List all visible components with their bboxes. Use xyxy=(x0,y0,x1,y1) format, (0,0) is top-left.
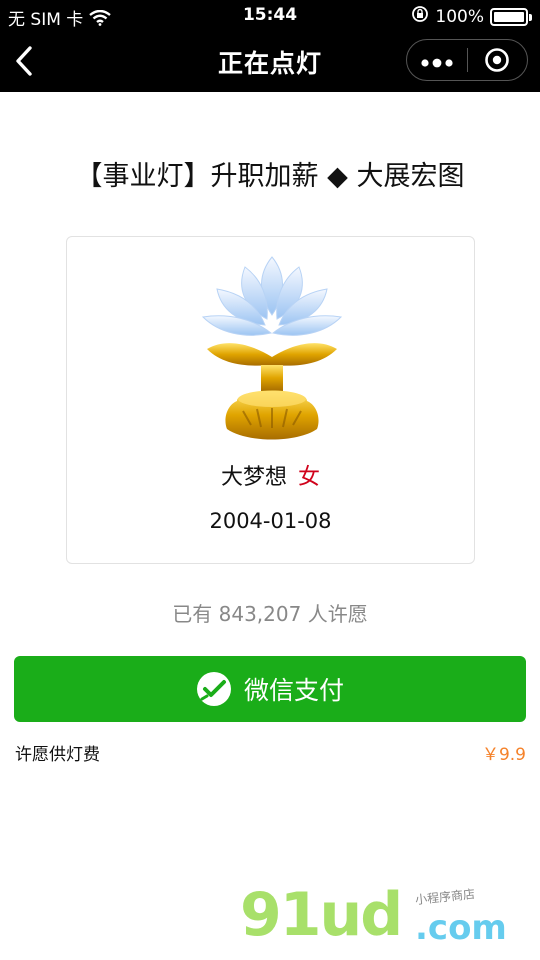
battery-icon xyxy=(490,7,532,26)
close-miniprogram-button[interactable] xyxy=(467,47,527,73)
wisher-name: 大梦想 xyxy=(220,465,287,490)
wishers-count: 已有 843,207 人许愿 xyxy=(172,602,368,626)
watermark-main: 91ud xyxy=(240,880,403,950)
watermark-sub: 小程序商店 xyxy=(414,886,476,908)
status-right: 100% xyxy=(411,5,532,28)
rotation-lock-icon xyxy=(411,5,429,28)
wechat-pay-icon xyxy=(196,672,231,706)
lotus-lamp-icon xyxy=(197,253,347,443)
target-circle-icon xyxy=(485,48,510,72)
watermark-suffix: .com xyxy=(415,908,507,948)
status-bar: 无 SIM 卡 15:44 100% xyxy=(0,0,540,30)
wisher-name-row: 大梦想 女 xyxy=(67,459,474,491)
more-button[interactable] xyxy=(407,50,467,70)
battery-percent: 100% xyxy=(435,6,484,27)
fee-label: 许愿供灯费 xyxy=(15,745,100,765)
wisher-birthdate: 2004-01-08 xyxy=(209,509,332,533)
wisher-gender: 女 xyxy=(298,465,321,490)
wechat-pay-label: 微信支付 xyxy=(243,676,344,705)
fee-price: ￥9.9 xyxy=(481,745,526,765)
lamp-card: 大梦想 女 2004-01-08 xyxy=(66,236,475,564)
top-bar: 无 SIM 卡 15:44 100% 正在点灯 xyxy=(0,0,540,92)
nav-bar: 正在点灯 xyxy=(0,30,540,92)
site-watermark: 91ud 小程序商店 .com xyxy=(240,880,540,960)
more-dots-icon xyxy=(421,58,453,68)
wechat-pay-button[interactable]: 微信支付 xyxy=(14,656,526,722)
lamp-category-title: 【事业灯】升职加薪 ◆ 大展宏图 xyxy=(75,161,465,192)
miniprogram-capsule xyxy=(406,39,528,81)
